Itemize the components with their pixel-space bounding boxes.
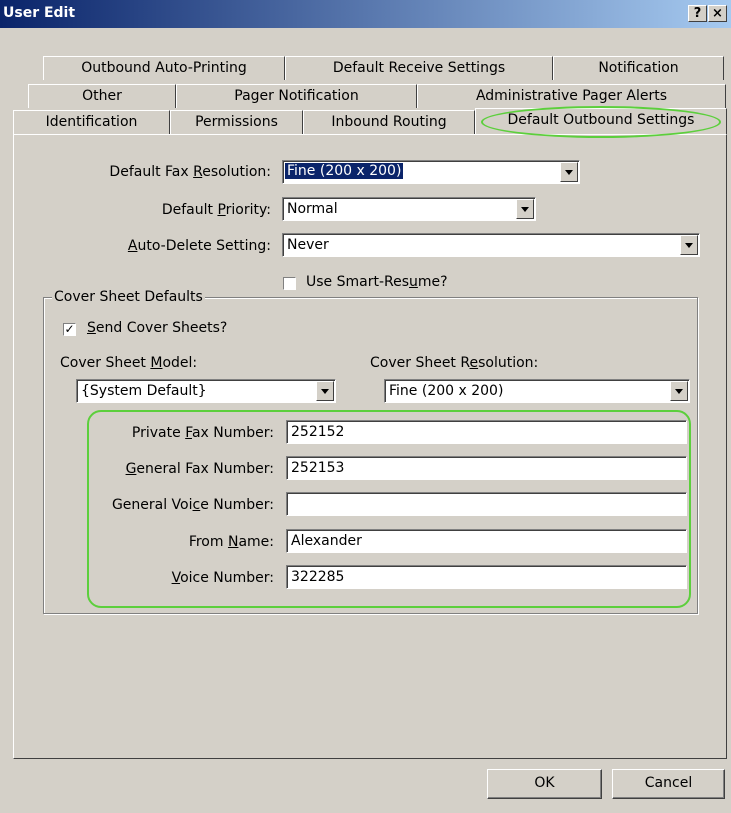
chevron-down-icon[interactable]	[680, 235, 698, 255]
check-icon: ✓	[64, 322, 75, 336]
cover-model-select[interactable]: {System Default}	[76, 379, 336, 403]
tab-notification[interactable]: Notification	[553, 56, 724, 80]
autodelete-value: Never	[287, 237, 329, 253]
tab-other[interactable]: Other	[28, 84, 176, 108]
cancel-button[interactable]: Cancel	[612, 769, 725, 799]
general-fax-value: 252153	[291, 460, 345, 476]
tab-default-receive-settings[interactable]: Default Receive Settings	[285, 56, 553, 80]
help-button[interactable]: ?	[688, 5, 707, 22]
fax-resolution-label: Default Fax Resolution:	[109, 164, 271, 180]
cover-model-value: {System Default}	[81, 383, 207, 399]
tab-administrative-pager-alerts[interactable]: Administrative Pager Alerts	[417, 84, 726, 108]
tab-identification[interactable]: Identification	[13, 110, 170, 134]
voice-number-value: 322285	[291, 569, 345, 585]
cover-resolution-label: Cover Sheet Resolution:	[370, 355, 539, 371]
title-bar[interactable]	[0, 0, 731, 28]
general-fax-label: General Fax Number:	[125, 461, 274, 477]
chevron-down-icon[interactable]	[316, 381, 334, 401]
from-name-input[interactable]: Alexander	[286, 529, 687, 553]
private-fax-value: 252152	[291, 424, 345, 440]
smart-resume-checkbox[interactable]	[283, 277, 296, 290]
private-fax-input[interactable]: 252152	[286, 420, 687, 444]
send-cover-checkbox[interactable]: ✓	[63, 323, 76, 336]
chevron-down-icon[interactable]	[560, 162, 578, 182]
from-name-value: Alexander	[291, 533, 362, 549]
tab-pager-notification[interactable]: Pager Notification	[176, 84, 417, 108]
priority-value: Normal	[287, 201, 338, 217]
cover-sheet-group-label: Cover Sheet Defaults	[52, 289, 205, 305]
voice-number-input[interactable]: 322285	[286, 565, 687, 589]
tab-outbound-auto-printing[interactable]: Outbound Auto-Printing	[43, 56, 285, 80]
general-voice-label: General Voice Number:	[111, 497, 274, 513]
autodelete-select[interactable]: Never	[282, 233, 700, 257]
fax-resolution-value: Fine (200 x 200)	[283, 162, 405, 180]
fax-resolution-select[interactable]: Fine (200 x 200)	[282, 160, 580, 184]
tab-permissions[interactable]: Permissions	[170, 110, 303, 134]
close-button[interactable]: ×	[708, 5, 727, 22]
tab-inbound-routing[interactable]: Inbound Routing	[303, 110, 475, 134]
cover-resolution-value: Fine (200 x 200)	[389, 383, 504, 399]
smart-resume-label: Use Smart-Resume?	[306, 274, 448, 290]
general-fax-input[interactable]: 252153	[286, 456, 687, 480]
chevron-down-icon[interactable]	[516, 199, 534, 219]
chevron-down-icon[interactable]	[670, 381, 688, 401]
from-name-label: From Name:	[188, 534, 274, 550]
highlight-oval	[481, 106, 721, 138]
window-title: User Edit	[3, 5, 76, 21]
send-cover-label: Send Cover Sheets?	[87, 320, 228, 336]
priority-label: Default Priority:	[161, 202, 271, 218]
autodelete-label: Auto-Delete Setting:	[127, 238, 271, 254]
ok-button[interactable]: OK	[487, 769, 602, 799]
private-fax-label: Private Fax Number:	[131, 425, 274, 441]
voice-number-label: Voice Number:	[171, 570, 274, 586]
cover-model-label: Cover Sheet Model:	[60, 355, 198, 371]
cover-resolution-select[interactable]: Fine (200 x 200)	[384, 379, 690, 403]
priority-select[interactable]: Normal	[282, 197, 536, 221]
general-voice-input[interactable]	[286, 492, 687, 516]
